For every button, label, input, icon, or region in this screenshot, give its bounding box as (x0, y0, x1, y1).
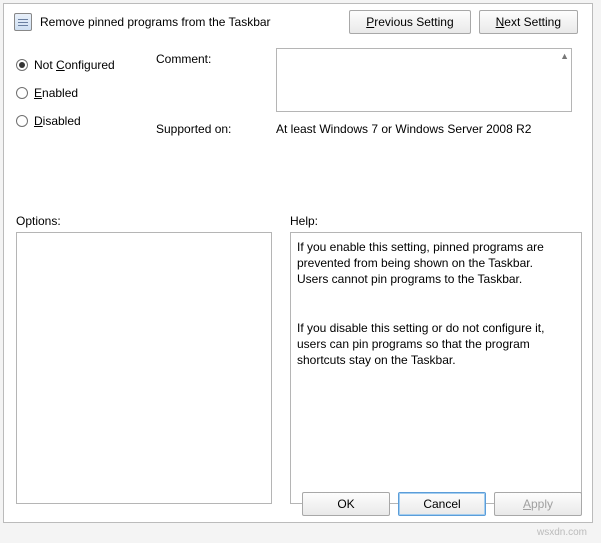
previous-setting-button[interactable]: Previous Setting (349, 10, 470, 34)
dialog-header: Remove pinned programs from the Taskbar … (4, 4, 592, 38)
cancel-button[interactable]: Cancel (398, 492, 486, 516)
apply-button[interactable]: Apply (494, 492, 582, 516)
dialog-title: Remove pinned programs from the Taskbar (40, 15, 349, 29)
radio-enabled[interactable]: Enabled (16, 86, 156, 100)
lower-panes: Options: Help: If you enable this settin… (4, 214, 592, 504)
ok-button[interactable]: OK (302, 492, 390, 516)
supported-on-value: At least Windows 7 or Windows Server 200… (276, 122, 580, 136)
comment-textarea[interactable]: ▲ (276, 48, 572, 112)
watermark: wsxdn.com (537, 527, 587, 538)
radio-dot-icon (16, 115, 28, 127)
options-pane: Options: (16, 214, 272, 504)
comment-label: Comment: (156, 52, 276, 66)
help-label: Help: (290, 214, 582, 228)
next-setting-button[interactable]: Next Setting (479, 10, 578, 34)
nav-buttons: Previous Setting Next Setting (349, 10, 582, 34)
dialog-footer: OK Cancel Apply (302, 492, 582, 516)
help-box[interactable]: If you enable this setting, pinned progr… (290, 232, 582, 504)
radio-disabled[interactable]: Disabled (16, 114, 156, 128)
dialog-body: Not Configured Enabled Disabled Comment:… (4, 38, 592, 192)
scroll-up-icon[interactable]: ▲ (560, 51, 569, 61)
options-box[interactable] (16, 232, 272, 504)
state-column: Not Configured Enabled Disabled (16, 48, 156, 142)
supported-on-label: Supported on: (156, 122, 276, 136)
radio-not-configured[interactable]: Not Configured (16, 58, 156, 72)
help-pane: Help: If you enable this setting, pinned… (290, 214, 582, 504)
options-label: Options: (16, 214, 272, 228)
policy-icon (14, 13, 32, 31)
field-column: ▲ At least Windows 7 or Windows Server 2… (276, 48, 580, 136)
label-column: Comment: Supported on: (156, 48, 276, 192)
policy-dialog: Remove pinned programs from the Taskbar … (3, 3, 593, 523)
radio-dot-icon (16, 59, 28, 71)
radio-dot-icon (16, 87, 28, 99)
